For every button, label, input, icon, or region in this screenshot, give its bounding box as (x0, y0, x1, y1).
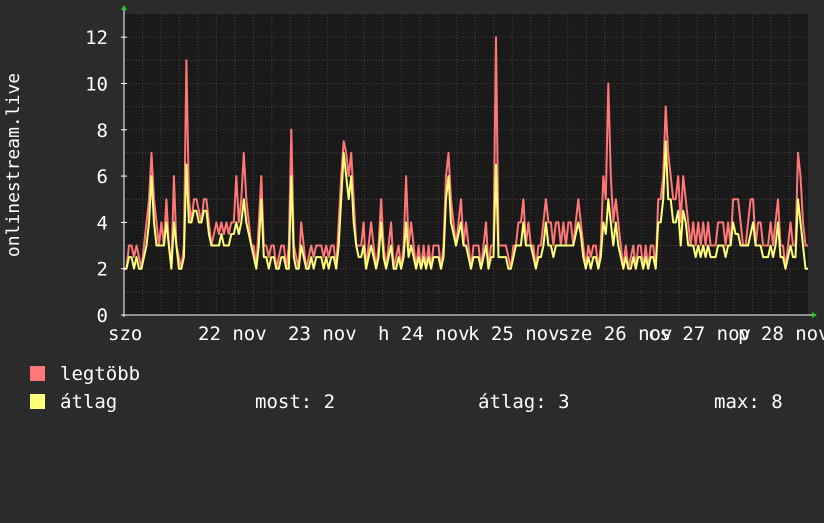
legend-item-avg: átlag most: 2 átlag: 3 max: 8 (30, 391, 820, 413)
x-tick-label: k 25 nov (468, 323, 560, 345)
stat-average: átlag: 3 (478, 391, 570, 413)
y-tick-label: 10 (85, 73, 108, 95)
x-tick-labels: szo 22 nov 23 nov h 24 novk 25 novsze 26 no… (108, 323, 824, 345)
plot-area (124, 14, 808, 315)
x-tick-label: h 24 nov (378, 323, 470, 345)
y-tick-label: 12 (85, 27, 108, 49)
y-tick-label: 2 (97, 259, 108, 281)
y-tick-label: 4 (97, 212, 108, 234)
y-tick-label: 0 (97, 305, 108, 327)
legend-label-avg: átlag (60, 391, 118, 413)
stat-max: max: 8 (714, 391, 783, 413)
legend-item-max: legtöbb (30, 363, 140, 385)
x-tick-label: cs 27 nov (648, 323, 751, 345)
legend-swatch-avg (30, 394, 45, 409)
x-tick-label: 23 nov (288, 323, 357, 345)
legend-label-max: legtöbb (60, 363, 141, 385)
x-tick-label: szo (108, 323, 142, 345)
y-tick-label: 8 (97, 120, 108, 142)
x-tick-label: p 28 nov (738, 323, 824, 345)
y-tick-label: 6 (97, 166, 108, 188)
legend-swatch-max (30, 366, 45, 381)
stat-current: most: 2 (255, 391, 336, 413)
x-tick-label: 22 nov (198, 323, 267, 345)
y-axis-label: onlinestream.live (3, 73, 24, 257)
